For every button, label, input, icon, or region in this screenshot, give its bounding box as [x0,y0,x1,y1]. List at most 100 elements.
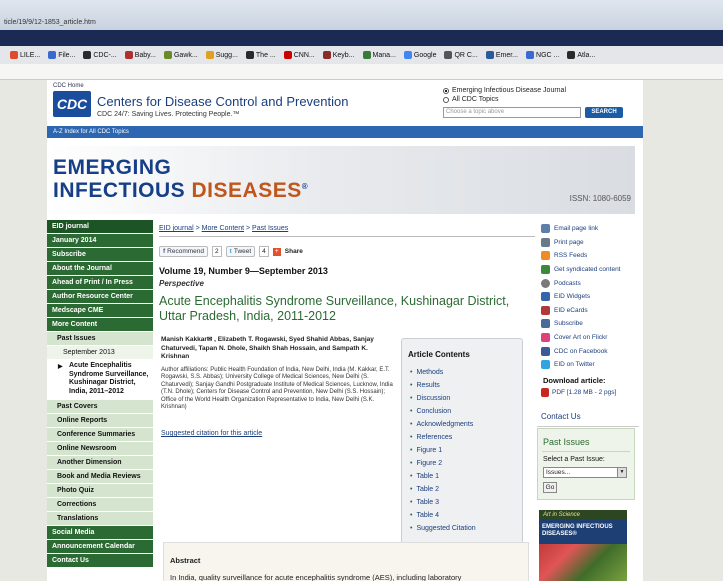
print-page-link[interactable]: Print page [537,236,643,250]
syndicated-content-link[interactable]: Get syndicated content [537,263,643,277]
nav-author-resource[interactable]: Author Resource Center [47,290,153,304]
nav-social-media[interactable]: Social Media [47,526,153,540]
nav-photo-quiz[interactable]: Photo Quiz [47,484,153,498]
toc-table-3[interactable]: Table 3 [410,496,476,509]
address-text[interactable]: ticle/19/9/12-1853_article.htm [4,19,96,26]
bookmark-icon [283,51,292,59]
breadcrumb-eid-journal[interactable]: EID journal [159,225,194,232]
go-button[interactable]: Go [543,482,557,493]
bookmark-icon [245,51,254,59]
cdc-logo[interactable]: CDC [53,91,91,117]
bookmark-item[interactable]: Keyb... [322,51,355,59]
toc-acknowledgments[interactable]: Acknowledgments [410,418,476,431]
address-bar[interactable]: ticle/19/9/12-1853_article.htm [0,0,723,30]
bookmark-item[interactable]: QR C... [444,51,478,59]
share-label[interactable]: Share [285,248,303,255]
nav-translations[interactable]: Translations [47,512,153,526]
bookmark-label: Gawk... [173,51,198,59]
breadcrumb-more-content[interactable]: More Content [202,225,244,232]
flickr-link[interactable]: Cover Art on Flickr [537,331,643,345]
toc-references[interactable]: References [410,431,476,444]
nav-more-content[interactable]: More Content [47,318,153,332]
bookmark-item[interactable]: Emer... [485,51,518,59]
podcasts-link[interactable]: Podcasts [537,276,643,290]
radio-eid[interactable]: Emerging Infectious Disease Journal [443,87,566,94]
bookmark-item[interactable]: The ... [245,51,276,59]
subscribe-link[interactable]: Subscribe [537,317,643,331]
eid-widgets-link[interactable]: EID Widgets [537,290,643,304]
art-in-science-promo[interactable]: Art in Science EMERGING INFECTIOUS DISEA… [539,510,627,581]
toc-figure-2[interactable]: Figure 2 [410,457,476,470]
cdc-home-link[interactable]: CDC Home [53,83,84,89]
toc-table-1[interactable]: Table 1 [410,470,476,483]
nav-subscribe[interactable]: Subscribe [47,248,153,262]
issn: ISSN: 1080-6059 [569,194,631,203]
nav-eid-journal[interactable]: EID journal [47,220,153,234]
nav-book-reviews[interactable]: Book and Media Reviews [47,470,153,484]
suggested-citation-link[interactable]: Suggested citation for this article [161,430,262,437]
nav-contact-us[interactable]: Contact Us [47,554,153,568]
recommend-button[interactable]: f Recommend [159,246,209,257]
nav-current-article[interactable]: ▶ Acute Encephalitis Syndrome Surveillan… [47,360,153,400]
bookmark-item[interactable]: Sugg... [205,51,238,59]
facebook-link[interactable]: CDC on Facebook [537,344,643,358]
bookmark-item[interactable]: Baby... [124,51,156,59]
nav-past-issues[interactable]: Past Issues [47,332,153,346]
bookmark-item[interactable]: Atla... [567,51,595,59]
twitter-icon: t [229,248,232,255]
toc-methods[interactable]: Methods [410,366,476,379]
share-plus-icon[interactable]: + [272,247,281,256]
radio-unselected-icon[interactable] [443,96,449,103]
nav-announcement-calendar[interactable]: Announcement Calendar [47,540,153,554]
chevron-down-icon[interactable]: ▼ [617,468,626,477]
toc-suggested-citation[interactable]: Suggested Citation [410,522,475,535]
bookmark-item[interactable]: Google [403,51,436,59]
podcast-icon [541,278,550,288]
bookmark-icon [124,51,133,59]
toc-discussion[interactable]: Discussion [410,392,476,405]
nav-medscape[interactable]: Medscape CME [47,304,153,318]
bookmark-item[interactable]: CNN... [283,51,315,59]
nav-about[interactable]: About the Journal [47,262,153,276]
toc-table-4[interactable]: Table 4 [410,509,476,522]
toc-table-2[interactable]: Table 2 [410,483,476,496]
nav-january-2014[interactable]: January 2014 [47,234,153,248]
search-input[interactable]: Choose a topic above [443,107,581,118]
toc-conclusion[interactable]: Conclusion [410,405,476,418]
article-title: Acute Encephalitis Syndrome Surveillance… [159,294,510,323]
bookmark-item[interactable]: Gawk... [163,51,198,59]
nav-conference-summaries[interactable]: Conference Summaries [47,428,153,442]
nav-online-newsroom[interactable]: Online Newsroom [47,442,153,456]
nav-another-dimension[interactable]: Another Dimension [47,456,153,470]
radio-all[interactable]: All CDC Topics [443,96,499,103]
nav-past-covers[interactable]: Past Covers [47,400,153,414]
bookmark-item[interactable]: NGC ... [526,51,559,59]
nav-corrections[interactable]: Corrections [47,498,153,512]
email-page-link[interactable]: Email page link [537,222,643,236]
nav-ahead-of-print[interactable]: Ahead of Print / In Press [47,276,153,290]
nav-online-reports[interactable]: Online Reports [47,414,153,428]
bookmark-item[interactable]: File... [48,51,75,59]
toc-results[interactable]: Results [410,379,476,392]
breadcrumb-past-issues[interactable]: Past Issues [252,225,288,232]
past-issue-select[interactable]: Issues... ▼ [543,467,627,478]
bookmark-icon [403,51,412,59]
nav-september-2013[interactable]: September 2013 [47,346,153,360]
tweet-button[interactable]: t Tweet [225,246,256,257]
bookmarks-bar: LILE... File... CDC-... Baby... Gawk... Sugg.… [0,46,723,64]
toc-figure-1[interactable]: Figure 1 [410,444,476,457]
search-button[interactable]: SEARCH [585,107,623,118]
rss-feeds-link[interactable]: RSS Feeds [537,249,643,263]
eid-title-line2: INFECTIOUS DISEASES® [53,179,308,203]
radio-selected-icon[interactable] [443,87,449,94]
bookmark-item[interactable]: Mana... [362,51,396,59]
twitter-link[interactable]: EID on Twitter [537,358,643,372]
pdf-download-link[interactable]: PDF [1.28 MB - 2 pgs] [541,388,616,397]
eid-ecards-link[interactable]: EID eCards [537,304,643,318]
email-page-label: Email page link [554,225,599,233]
tools-list: Email page link Print page RSS Feeds Get… [537,222,643,372]
contact-us-link[interactable]: Contact Us [541,412,581,421]
az-index-link[interactable]: A-Z Index for All CDC Topics [47,126,643,138]
bookmark-item[interactable]: LILE... [10,51,40,59]
bookmark-item[interactable]: CDC-... [83,51,117,59]
